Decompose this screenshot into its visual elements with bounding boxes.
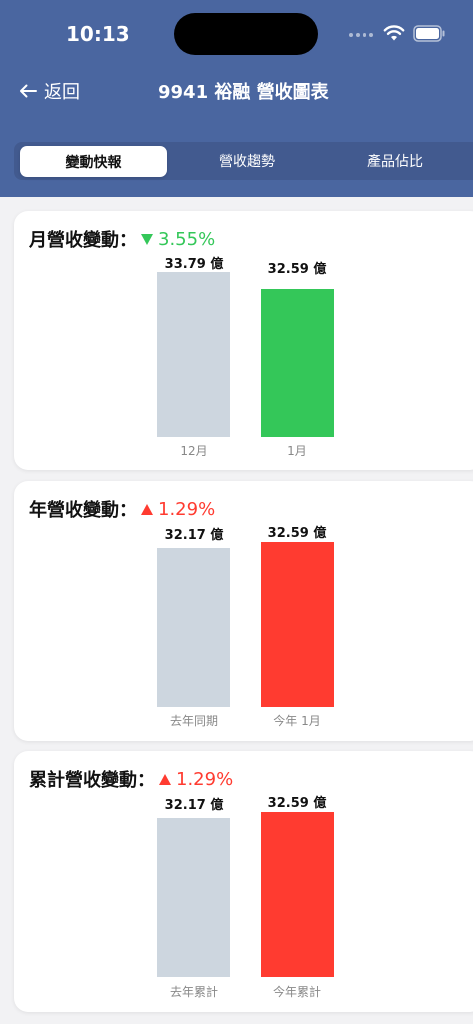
tab-product-share[interactable]: 產品佔比 bbox=[332, 142, 458, 180]
back-button[interactable]: 返回 bbox=[18, 78, 80, 104]
bar-value-label: 32.17 億 bbox=[164, 528, 224, 543]
card-title-row: 累計營收變動： 1.29% bbox=[29, 766, 233, 792]
bar-previous bbox=[157, 548, 230, 707]
card-title: 月營收變動： bbox=[29, 230, 137, 251]
battery-icon bbox=[413, 25, 445, 42]
bar-category-label: 去年同期 bbox=[169, 714, 218, 728]
bar-value-label: 32.59 億 bbox=[267, 262, 327, 277]
status-time: 10:13 bbox=[66, 22, 130, 46]
change-percent: 1.29% bbox=[176, 768, 234, 790]
bar-value-label: 32.59 億 bbox=[267, 526, 327, 541]
bar-category-label: 去年累計 bbox=[169, 985, 218, 999]
bar-previous bbox=[157, 818, 230, 977]
triangle-down-icon bbox=[141, 233, 153, 245]
segmented-tabs: 變動快報 營收趨勢 產品佔比 bbox=[14, 142, 473, 180]
wifi-icon bbox=[383, 25, 405, 41]
card-title: 累計營收變動： bbox=[29, 770, 155, 791]
tab-change-report[interactable]: 變動快報 bbox=[20, 146, 167, 177]
monthly-revenue-card: 月營收變動： 3.55% 33.79 億 12月 32.59 億 1月 bbox=[14, 211, 473, 470]
tab-revenue-trend[interactable]: 營收趨勢 bbox=[184, 142, 310, 180]
change-indicator: 1.29% bbox=[141, 499, 215, 520]
cellular-signal-icon bbox=[349, 31, 373, 39]
bar-current bbox=[261, 289, 334, 437]
change-indicator: 3.55% bbox=[141, 229, 215, 250]
change-percent: 3.55% bbox=[158, 228, 216, 250]
back-label: 返回 bbox=[44, 82, 80, 103]
card-title-row: 月營收變動： 3.55% bbox=[29, 226, 215, 252]
bar-category-label: 今年 1月 bbox=[273, 714, 321, 728]
bar-current bbox=[261, 812, 334, 977]
change-indicator: 1.29% bbox=[159, 769, 233, 790]
bar-value-label: 32.17 億 bbox=[164, 798, 224, 813]
bar-value-label: 33.79 億 bbox=[164, 257, 224, 272]
bar-value-label: 32.59 億 bbox=[267, 796, 327, 811]
triangle-up-icon bbox=[159, 773, 171, 785]
header-bar: 10:13 返回 9941 裕融 營收圖表 變動快報 營收趨勢 產品佔比 bbox=[0, 0, 473, 197]
dynamic-island bbox=[174, 13, 318, 55]
cumulative-revenue-card: 累計營收變動： 1.29% 32.17 億 去年累計 32.59 億 今年累計 bbox=[14, 751, 473, 1012]
page-title: 9941 裕融 營收圖表 bbox=[158, 82, 329, 103]
bar-current bbox=[261, 542, 334, 707]
card-title: 年營收變動： bbox=[29, 500, 137, 521]
bar-previous bbox=[157, 272, 230, 437]
arrow-left-icon bbox=[20, 84, 37, 98]
bar-category-label: 1月 bbox=[287, 444, 307, 458]
triangle-up-icon bbox=[141, 503, 153, 515]
bar-category-label: 12月 bbox=[180, 444, 208, 458]
change-percent: 1.29% bbox=[158, 498, 216, 520]
yearly-revenue-card: 年營收變動： 1.29% 32.17 億 去年同期 32.59 億 今年 1月 bbox=[14, 481, 473, 741]
card-title-row: 年營收變動： 1.29% bbox=[29, 496, 215, 522]
bar-category-label: 今年累計 bbox=[272, 985, 321, 999]
